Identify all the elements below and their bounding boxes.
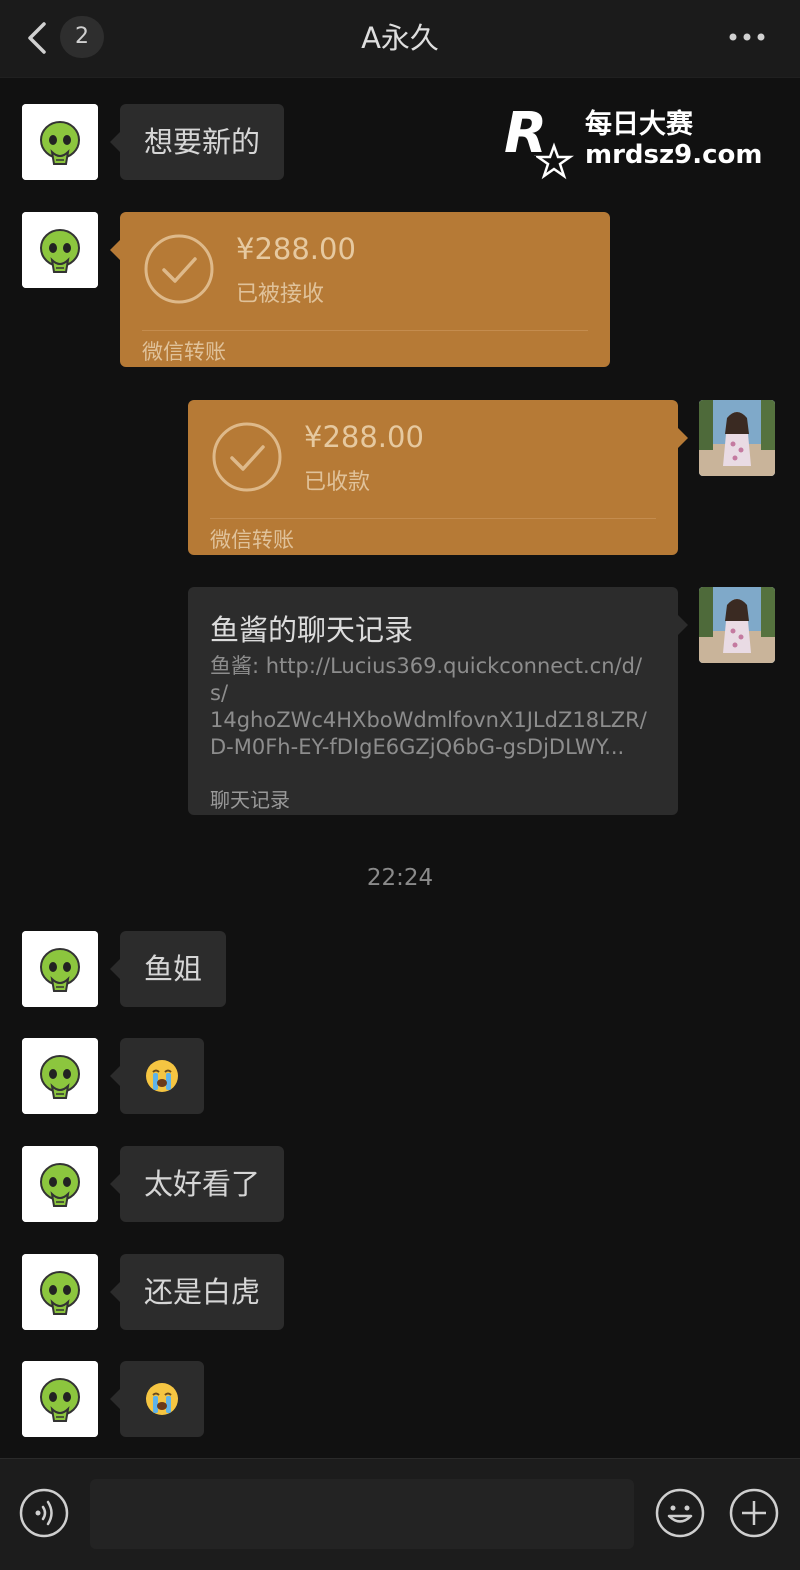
record-footer: 聊天记录	[210, 788, 290, 812]
watermark: R 每日大赛 mrdsz9.com	[490, 92, 790, 192]
message-bubble[interactable]: 想要新的	[109, 104, 285, 180]
chat-title: A永久	[361, 21, 439, 55]
transfer-amount: ¥288.00	[304, 420, 424, 454]
transfer-status: 已收款	[304, 470, 371, 495]
transfer-amount: ¥288.00	[236, 232, 356, 266]
record-line: s/	[210, 681, 229, 705]
alien-avatar-icon	[22, 1254, 98, 1330]
alien-avatar-icon	[22, 1146, 98, 1222]
record-line: 鱼酱: http://Lucius369.quickconnect.cn/d/	[210, 654, 643, 678]
unread-badge[interactable]: 2	[60, 16, 104, 58]
chat-record-card[interactable]: 鱼酱的聊天记录 鱼酱: http://Lucius369.quickconnec…	[188, 587, 688, 815]
crying-face-icon	[146, 1383, 178, 1415]
emoji-bubble[interactable]	[110, 1038, 204, 1114]
transfer-card-received[interactable]: ¥288.00 已被接收 微信转账	[110, 212, 610, 367]
photo-avatar	[699, 587, 775, 663]
record-title: 鱼酱的聊天记录	[210, 613, 414, 647]
check-circle-icon	[144, 234, 214, 304]
transfer-footer: 微信转账	[142, 340, 226, 364]
record-line: 14ghoZWc4HXboWdmlfovnX1JLdZ18LZR/	[210, 708, 647, 732]
divider	[142, 330, 588, 331]
check-circle-icon	[212, 422, 282, 492]
alien-avatar-icon	[22, 104, 98, 180]
alien-avatar-icon	[22, 931, 98, 1007]
watermark-line1: 每日大赛	[585, 109, 693, 140]
timestamp: 22:24	[366, 865, 434, 891]
emoji-bubble[interactable]	[110, 1361, 204, 1437]
more-options-icon[interactable]	[724, 22, 770, 52]
alien-avatar-icon	[22, 1038, 98, 1114]
voice-input-icon[interactable]	[18, 1487, 70, 1539]
chat-header: 2 A永久	[0, 0, 800, 78]
message-bubble[interactable]: 还是白虎	[109, 1254, 285, 1330]
back-arrow-icon[interactable]	[22, 18, 52, 58]
transfer-footer: 微信转账	[210, 528, 294, 552]
message-bubble[interactable]: 太好看了	[109, 1146, 285, 1222]
contact-avatar[interactable]	[22, 1361, 98, 1437]
crying-face-icon	[146, 1060, 178, 1092]
alien-avatar-icon	[22, 212, 98, 288]
transfer-card-collected[interactable]: ¥288.00 已收款 微信转账	[188, 400, 688, 555]
input-bar	[0, 1458, 800, 1570]
self-avatar[interactable]	[699, 587, 775, 663]
emoji-picker-icon[interactable]	[654, 1487, 706, 1539]
contact-avatar[interactable]	[22, 104, 98, 180]
record-preview: 鱼酱: http://Lucius369.quickconnect.cn/d/ …	[210, 653, 660, 761]
photo-avatar	[699, 400, 775, 476]
contact-avatar[interactable]	[22, 1146, 98, 1222]
divider	[210, 518, 656, 519]
contact-avatar[interactable]	[22, 1038, 98, 1114]
plus-icon[interactable]	[728, 1487, 780, 1539]
record-line: D-M0Fh-EY-fDIgE6GZjQ6bG-gsDjDLWY...	[210, 735, 625, 759]
self-avatar[interactable]	[699, 400, 775, 476]
watermark-line2: mrdsz9.com	[585, 140, 763, 170]
message-bubble[interactable]: 鱼姐	[109, 931, 227, 1007]
message-input[interactable]	[90, 1479, 634, 1549]
contact-avatar[interactable]	[22, 1254, 98, 1330]
contact-avatar[interactable]	[22, 212, 98, 288]
transfer-status: 已被接收	[236, 282, 325, 307]
alien-avatar-icon	[22, 1361, 98, 1437]
watermark-logo: R	[502, 101, 574, 180]
contact-avatar[interactable]	[22, 931, 98, 1007]
